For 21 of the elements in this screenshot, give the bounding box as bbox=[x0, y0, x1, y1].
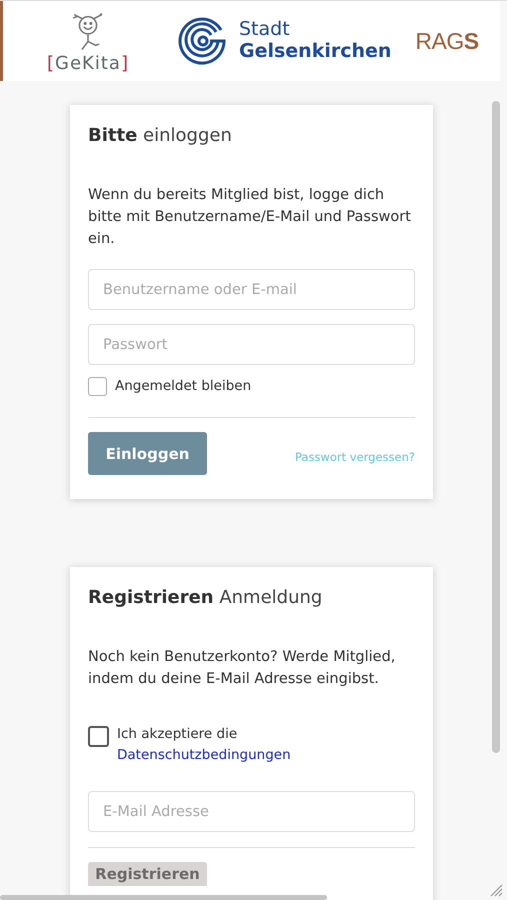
checkbox[interactable] bbox=[88, 377, 107, 396]
login-button[interactable]: Einloggen bbox=[88, 432, 207, 475]
input-field[interactable]: Passwort bbox=[88, 324, 415, 365]
input-field[interactable]: Benutzername oder E-mail bbox=[88, 269, 415, 310]
scrollbar[interactable] bbox=[0, 895, 327, 900]
logo-text: Gelsenkirchen bbox=[238, 41, 392, 63]
intro-text: Wenn du bereits Mitglied bist, logge dich bitte mit Benutzername/E-Mail und Passwort ein. bbox=[88, 186, 412, 249]
input-field[interactable]: E-Mail Adresse bbox=[88, 791, 415, 832]
card-title: Registrieren Anmeldung bbox=[88, 587, 324, 608]
logo-text: [GeKita] bbox=[47, 52, 129, 74]
privacy-link[interactable]: Datenschutzbedingungen bbox=[117, 745, 291, 766]
checkbox[interactable] bbox=[88, 726, 109, 747]
scrollbar[interactable] bbox=[492, 101, 500, 753]
checkbox-label: Ich akzeptiere die Datenschutzbedingungen bbox=[117, 724, 291, 766]
card-title: Bitte einloggen bbox=[88, 125, 233, 146]
resize-grip-icon bbox=[489, 883, 503, 897]
logo-text: RAGS bbox=[415, 28, 479, 54]
intro-text: Noch kein Benutzerkonto? Werde Mitglied, indem du deine E-Mail Adresse eingibst. bbox=[88, 648, 396, 689]
checkbox-label: Angemeldet bleiben bbox=[115, 377, 252, 396]
forgot-password-link[interactable]: Passwort vergessen? bbox=[294, 450, 415, 464]
logo-text: Stadt bbox=[238, 19, 291, 41]
